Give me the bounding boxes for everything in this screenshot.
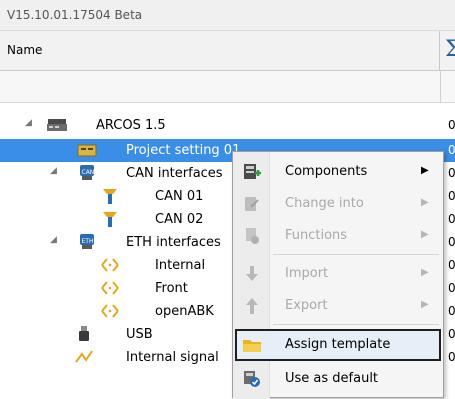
- menu-item-label: Assign template: [285, 337, 391, 352]
- can-icon: CAN: [77, 164, 97, 182]
- components-icon: [242, 163, 262, 181]
- tree-row-value: 0: [448, 281, 455, 295]
- menu-item-label: Export: [285, 298, 328, 313]
- menu-item-label: Change into: [285, 196, 364, 211]
- name-column-label: Name: [7, 43, 43, 57]
- tree-row-value: 0: [448, 304, 455, 318]
- folder-icon: [242, 336, 262, 354]
- tree-row-arcos[interactable]: ◢ ARCOS 1.5 0: [0, 114, 455, 137]
- menu-item-change-into[interactable]: Change into ▶: [235, 188, 441, 220]
- submenu-arrow-icon: ▶: [421, 197, 429, 208]
- submenu-arrow-icon: ▶: [421, 299, 429, 310]
- functions-icon: [242, 227, 262, 245]
- tree-row-value: 0: [448, 258, 455, 272]
- menu-separator: [273, 324, 439, 325]
- collapse-arrow-icon[interactable]: ◢: [50, 166, 57, 176]
- bidirectional-arrow-icon: [100, 256, 120, 274]
- tree-row-value: 0: [448, 166, 455, 180]
- tree-row-label: CAN 01: [155, 189, 204, 204]
- tree-row-value: 0: [448, 212, 455, 226]
- import-icon: [242, 265, 262, 283]
- collapse-arrow-icon[interactable]: ◢: [25, 118, 32, 128]
- server-icon: [46, 116, 67, 134]
- sigma-icon[interactable]: Σ: [445, 37, 455, 62]
- submenu-arrow-icon: ▶: [421, 267, 429, 278]
- signal-icon: [74, 348, 94, 366]
- svg-text:CAN: CAN: [82, 169, 95, 176]
- tree-row-label: CAN 02: [155, 212, 204, 227]
- tree-row-label: ARCOS 1.5: [96, 118, 166, 133]
- tree-row-value: 0: [448, 350, 455, 364]
- tree-row-value: 0: [448, 118, 455, 132]
- svg-text:ETH: ETH: [82, 238, 94, 245]
- tree-row-value: 0: [448, 143, 455, 157]
- grid-header: Name Σ: [0, 31, 455, 71]
- menu-item-export[interactable]: Export ▶: [235, 290, 441, 322]
- eth-icon: ETH: [77, 233, 97, 251]
- menu-separator: [273, 254, 439, 255]
- collapse-arrow-icon[interactable]: ◢: [50, 235, 57, 245]
- submenu-arrow-icon: ▶: [421, 229, 429, 240]
- menu-item-functions[interactable]: Functions ▶: [235, 220, 441, 252]
- tree-row-label: openABK: [155, 304, 214, 319]
- tree-row-label: Front: [155, 281, 188, 296]
- menu-item-label: Components: [285, 164, 368, 179]
- menu-item-label: Use as default: [285, 371, 379, 386]
- tree-row-value: 0: [448, 327, 455, 341]
- change-into-icon: [242, 195, 262, 213]
- can-connector-icon: [100, 187, 120, 205]
- tree-row-value: 0: [448, 189, 455, 203]
- can-connector-icon: [100, 210, 120, 228]
- tree-row-label: Project setting 01: [126, 143, 241, 158]
- bidirectional-arrow-icon: [100, 302, 120, 320]
- tree-row-value: 0: [448, 235, 455, 249]
- usb-icon: [74, 325, 94, 343]
- submenu-arrow-icon: ▶: [421, 165, 429, 176]
- name-column-header[interactable]: Name: [0, 31, 440, 70]
- menu-item-label: Import: [285, 266, 329, 281]
- menu-item-import[interactable]: Import ▶: [235, 258, 441, 290]
- window-title: V15.10.01.17504 Beta: [7, 8, 143, 22]
- title-bar: V15.10.01.17504 Beta: [0, 0, 455, 31]
- menu-item-label: Functions: [285, 228, 348, 243]
- tree-row-label: CAN interfaces: [126, 166, 223, 181]
- export-icon: [242, 297, 262, 315]
- menu-item-use-as-default[interactable]: Use as default: [235, 363, 441, 395]
- tree-row-label: Internal signal: [126, 350, 219, 365]
- bidirectional-arrow-icon: [100, 279, 120, 297]
- default-icon: [242, 370, 262, 388]
- project-settings-icon: [77, 142, 97, 160]
- menu-item-components[interactable]: Components ▶: [235, 156, 441, 188]
- tree-row-label: Internal: [155, 258, 206, 273]
- tree-row-label: USB: [126, 327, 153, 342]
- tree-row-label: ETH interfaces: [126, 235, 221, 250]
- filter-row[interactable]: [0, 71, 455, 103]
- menu-item-assign-template[interactable]: Assign template: [235, 329, 441, 361]
- context-menu: Components ▶ Change into ▶ Functions ▶ I…: [232, 151, 444, 399]
